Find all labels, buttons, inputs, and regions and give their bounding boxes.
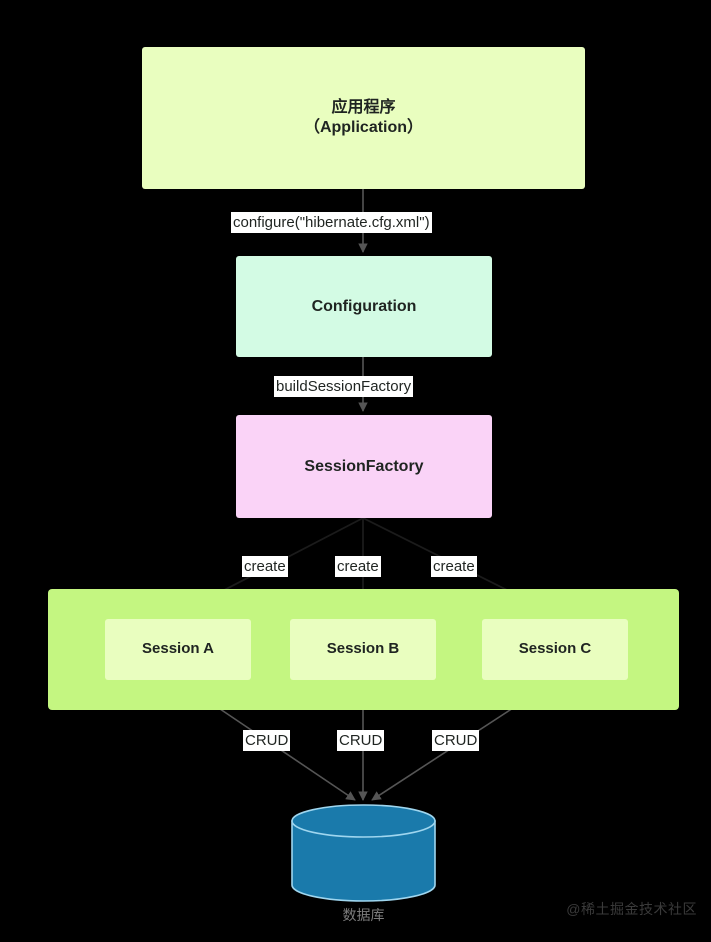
edge-label-crud-c: CRUD [432, 730, 480, 751]
edge-label-create-a: create [242, 556, 288, 577]
node-application-line2: （Application） [303, 119, 424, 136]
node-session-a[interactable]: Session A [105, 619, 251, 680]
database-cylinder-icon [291, 804, 436, 902]
node-database[interactable] [291, 804, 436, 902]
node-session-factory-label: SessionFactory [304, 457, 424, 475]
node-application[interactable]: 应用程序 （Application） [142, 47, 585, 189]
node-session-c-label: Session C [518, 640, 592, 658]
edge-label-crud-b: CRUD [337, 730, 385, 751]
watermark: @稀土掘金技术社区 [566, 901, 697, 917]
edge-label-configure: configure("hibernate.cfg.xml") [231, 212, 432, 233]
node-session-c[interactable]: Session C [482, 619, 628, 680]
node-database-label: 数据库 [342, 907, 385, 923]
edge-label-create-b: create [335, 556, 381, 577]
edge-label-crud-a: CRUD [243, 730, 291, 751]
node-configuration-label: Configuration [311, 297, 417, 315]
node-application-line1: 应用程序 [331, 99, 396, 116]
node-session-b[interactable]: Session B [290, 619, 436, 680]
node-application-label: 应用程序 （Application） [304, 98, 423, 138]
node-configuration[interactable]: Configuration [236, 256, 492, 357]
node-session-a-label: Session A [142, 640, 214, 658]
diagram-canvas: 应用程序 （Application） configure("hibernate.… [0, 0, 711, 942]
node-session-b-label: Session B [326, 640, 400, 658]
edge-label-build-session-factory: buildSessionFactory [274, 376, 414, 397]
edge-label-create-c: create [431, 556, 477, 577]
node-session-factory[interactable]: SessionFactory [236, 415, 492, 518]
